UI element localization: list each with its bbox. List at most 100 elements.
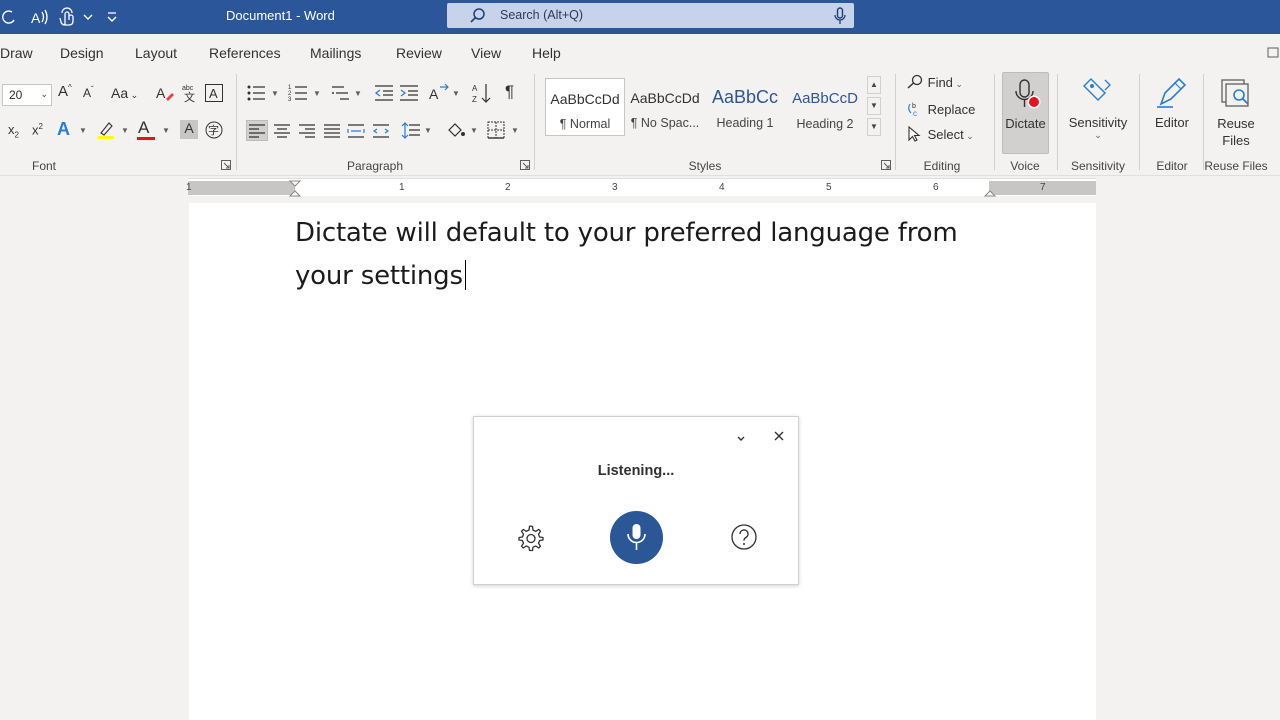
- align-right-icon[interactable]: [297, 121, 317, 143]
- gallery-more-button[interactable]: ▼: [867, 118, 881, 136]
- justify-icon[interactable]: [322, 121, 342, 143]
- sensitivity-button[interactable]: Sensitivity ⌄: [1064, 72, 1132, 154]
- ruler-number: 1: [186, 182, 192, 193]
- voice-search-icon[interactable]: [834, 7, 846, 30]
- dictation-toolbar: Listening...: [473, 416, 799, 585]
- ribbon: 20 ⌄ A^ Aˇ Aa ⌄ A abc 文 A x2 x2 A ▼ ▼ A ▼…: [0, 70, 1280, 176]
- chevron-down-icon[interactable]: [82, 7, 102, 27]
- tab-help[interactable]: Help: [532, 45, 561, 61]
- read-aloud-icon[interactable]: A: [30, 7, 50, 27]
- tab-review[interactable]: Review: [396, 45, 442, 61]
- chevron-down-icon[interactable]: ▼: [162, 126, 170, 135]
- chevron-down-icon[interactable]: ▼: [271, 89, 279, 98]
- help-icon[interactable]: [730, 523, 758, 556]
- redo-icon[interactable]: [2, 7, 22, 27]
- microphone-button[interactable]: [610, 511, 663, 564]
- shading-icon[interactable]: [446, 120, 466, 143]
- font-color-button[interactable]: A: [138, 118, 149, 138]
- tab-view[interactable]: View: [471, 45, 501, 61]
- customize-toolbar-icon[interactable]: [105, 7, 125, 27]
- clear-formatting-icon[interactable]: A: [155, 83, 175, 106]
- chevron-down-icon[interactable]: ▼: [511, 126, 519, 135]
- document-title: Document1 - Word: [226, 8, 335, 23]
- chevron-down-icon[interactable]: ▼: [424, 126, 432, 135]
- distributed-icon[interactable]: [346, 121, 366, 143]
- styles-dialog-launcher-icon[interactable]: [881, 160, 891, 170]
- text-effects-button[interactable]: A: [57, 119, 70, 140]
- font-dialog-launcher-icon[interactable]: [221, 160, 231, 170]
- text-cursor: [464, 260, 466, 290]
- line-spacing-icon[interactable]: [401, 121, 421, 143]
- editing-group-label: Editing: [923, 159, 961, 173]
- tab-references[interactable]: References: [209, 45, 281, 61]
- highlight-icon[interactable]: [96, 120, 116, 143]
- increase-indent-icon[interactable]: [399, 83, 419, 106]
- grow-font-button[interactable]: A^: [58, 83, 72, 100]
- replace-button[interactable]: bc Replace: [906, 101, 976, 118]
- subscript-button[interactable]: x2: [8, 122, 19, 140]
- style-normal[interactable]: AaBbCcDd ¶ Normal: [545, 78, 625, 136]
- change-case-button[interactable]: Aa ⌄: [111, 85, 138, 101]
- numbering-icon[interactable]: 123: [288, 83, 308, 106]
- multilevel-list-icon[interactable]: [330, 83, 350, 106]
- select-button[interactable]: Select ⌄: [906, 125, 974, 142]
- style-heading-1[interactable]: AaBbCc Heading 1: [705, 78, 785, 136]
- divider: [1139, 74, 1140, 170]
- share-icon[interactable]: [1266, 44, 1280, 65]
- phonetic-guide-icon[interactable]: abc 文: [181, 83, 199, 106]
- enclose-characters-icon[interactable]: 字: [204, 120, 224, 143]
- show-formatting-marks-button[interactable]: ¶: [505, 82, 514, 102]
- collapse-chevron-icon[interactable]: [736, 431, 746, 449]
- tab-draw[interactable]: Draw: [0, 45, 33, 61]
- right-indent-marker-icon[interactable]: [983, 187, 997, 197]
- svg-text:c: c: [913, 109, 917, 117]
- horizontal-ruler[interactable]: 1 1 2 3 4 5 6 7: [186, 178, 1096, 197]
- document-body[interactable]: Dictate will default to your preferred l…: [295, 212, 985, 298]
- touch-mode-icon[interactable]: [58, 7, 78, 27]
- borders-icon[interactable]: [487, 121, 505, 142]
- editor-button[interactable]: Editor: [1146, 72, 1198, 154]
- distributed-alt-icon[interactable]: [371, 121, 391, 143]
- style-no-spacing[interactable]: AaBbCcDd ¶ No Spac...: [625, 78, 705, 136]
- title-bar: A Document1 - Word Search (Alt+Q): [0, 0, 1280, 34]
- align-center-icon[interactable]: [272, 121, 292, 143]
- find-button[interactable]: Find ⌄: [906, 74, 963, 92]
- chevron-down-icon[interactable]: ▼: [470, 126, 478, 135]
- gallery-scroll-up-button[interactable]: ▲: [867, 76, 881, 94]
- chevron-down-icon[interactable]: ▼: [79, 126, 87, 135]
- paragraph-dialog-launcher-icon[interactable]: [520, 160, 530, 170]
- chevron-down-icon[interactable]: ▼: [354, 89, 362, 98]
- reuse-files-button[interactable]: Reuse Files: [1208, 72, 1264, 154]
- gear-icon[interactable]: [516, 524, 544, 557]
- close-icon[interactable]: [772, 429, 786, 448]
- svg-text:A: A: [209, 86, 218, 101]
- chevron-down-icon[interactable]: ▼: [452, 89, 460, 98]
- replace-label: Replace: [927, 102, 976, 117]
- tab-design[interactable]: Design: [60, 45, 104, 61]
- voice-group-label: Voice: [1010, 159, 1040, 173]
- font-size-select[interactable]: 20 ⌄: [2, 84, 52, 106]
- editor-pen-icon: [1157, 77, 1187, 108]
- character-border-icon[interactable]: A: [204, 83, 224, 106]
- dictate-button[interactable]: Dictate: [1002, 72, 1049, 154]
- chevron-down-icon[interactable]: ▼: [121, 126, 129, 135]
- character-shading-button[interactable]: A: [180, 120, 198, 139]
- decrease-indent-icon[interactable]: [374, 83, 394, 106]
- sensitivity-group-label: Sensitivity: [1070, 159, 1126, 173]
- shrink-font-label: A: [83, 86, 92, 100]
- tab-mailings[interactable]: Mailings: [310, 45, 361, 61]
- ruler-number: 6: [933, 182, 939, 193]
- search-box[interactable]: Search (Alt+Q): [447, 3, 854, 28]
- superscript-button[interactable]: x2: [32, 122, 43, 137]
- style-heading-2[interactable]: AaBbCcD Heading 2: [785, 78, 865, 136]
- text-direction-icon[interactable]: A: [428, 83, 450, 106]
- indent-marker-icon[interactable]: [288, 180, 302, 197]
- sort-icon[interactable]: AZ: [472, 82, 492, 107]
- chevron-down-icon[interactable]: ▼: [313, 89, 321, 98]
- gallery-scroll-down-button[interactable]: ▼: [867, 97, 881, 115]
- shrink-font-button[interactable]: Aˇ: [83, 85, 94, 100]
- select-label: Select: [927, 127, 964, 142]
- bullets-icon[interactable]: [246, 83, 266, 106]
- tab-layout[interactable]: Layout: [135, 45, 177, 61]
- align-left-button[interactable]: [246, 120, 268, 141]
